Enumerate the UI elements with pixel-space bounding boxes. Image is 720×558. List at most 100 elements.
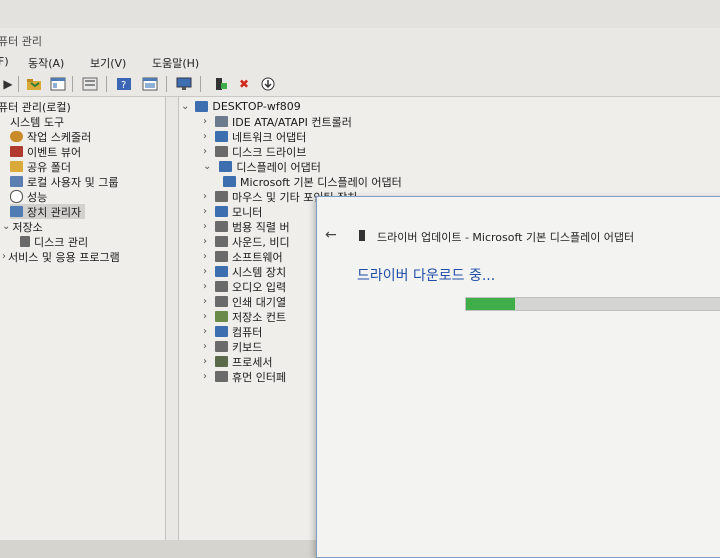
chevron-right-icon[interactable]: › (203, 281, 207, 292)
device-category[interactable]: › 인쇄 대기열 (203, 294, 286, 309)
device-label: IDE ATA/ATAPI 컨트롤러 (232, 115, 352, 129)
device-category-icon (215, 146, 228, 157)
title-bar: 퓨터 관리 (0, 28, 720, 50)
device-category[interactable]: › 범용 직렬 버 (203, 219, 290, 234)
event-viewer-icon (10, 146, 23, 157)
tree-item-local-users[interactable]: 로컬 사용자 및 그룹 (10, 174, 118, 189)
tree-item-shared-folders[interactable]: 공유 폴더 (10, 159, 71, 174)
menu-help[interactable]: 도움말(H) (152, 55, 199, 71)
tree-item-label: 성능 (27, 190, 48, 204)
view-icon[interactable] (142, 76, 158, 92)
device-category[interactable]: › 네트워크 어댑터 (203, 129, 306, 144)
menu-bar: F) 동작(A) 보기(V) 도움말(H) (0, 52, 720, 72)
chevron-right-icon[interactable]: › (203, 221, 207, 232)
chevron-right-icon[interactable]: › (203, 326, 207, 337)
device-category[interactable]: › 디스크 드라이브 (203, 144, 306, 159)
chevron-right-icon[interactable]: › (203, 116, 207, 127)
download-status: 드라이버 다운로드 중... (357, 268, 496, 284)
tree-item-label: 작업 스케줄러 (27, 130, 92, 144)
toolbar-separator (166, 76, 167, 92)
monitor-icon[interactable] (176, 76, 192, 92)
device-category[interactable]: › 시스템 장치 (203, 264, 286, 279)
device-category-icon (215, 341, 228, 352)
chevron-right-icon[interactable]: › (203, 131, 207, 142)
console-icon[interactable] (50, 76, 66, 92)
toolbar-separator (18, 76, 19, 92)
download-icon[interactable] (260, 76, 276, 92)
device-category-icon (215, 191, 228, 202)
tree-item-label: 로컬 사용자 및 그룹 (27, 175, 119, 189)
tree-item-label: 저장소 (12, 220, 43, 234)
window-title: 퓨터 관리 (0, 35, 42, 48)
device-label: 사운드, 비디 (232, 235, 290, 249)
tree-item-disk-management[interactable]: 디스크 관리 (20, 234, 88, 249)
chevron-right-icon[interactable]: › (203, 371, 207, 382)
device-category-icon (215, 221, 228, 232)
tree-item-label: 이벤트 뷰어 (27, 145, 82, 159)
chevron-right-icon[interactable]: › (2, 251, 6, 262)
device-category[interactable]: ⌄ 디스플레이 어댑터 (203, 159, 321, 174)
chevron-right-icon[interactable]: › (203, 251, 207, 262)
tree-item-system-tools[interactable]: 시스템 도구 (10, 114, 64, 129)
device-category-icon (215, 371, 228, 382)
toolbar-separator (106, 76, 107, 92)
device-category-icon (215, 266, 228, 277)
chevron-right-icon[interactable]: › (203, 266, 207, 277)
chevron-right-icon[interactable]: › (203, 356, 207, 367)
chevron-right-icon[interactable]: › (203, 191, 207, 202)
computer-management-window: 퓨터 관리 F) 동작(A) 보기(V) 도움말(H) ▶ ? ✖ 퓨터 관리(… (0, 0, 720, 558)
performance-icon (10, 190, 23, 203)
device-category-icon (215, 296, 228, 307)
tree-item-label: 공유 폴더 (27, 160, 71, 174)
device-category[interactable]: › 오디오 입력 (203, 279, 286, 294)
tree-item-task-scheduler[interactable]: 작업 스케줄러 (10, 129, 91, 144)
device-item[interactable]: Microsoft 기본 디스플레이 어댑터 (223, 174, 402, 189)
device-category[interactable]: › 소프트웨어 (203, 249, 283, 264)
device-category[interactable]: › 휴먼 인터페 (203, 369, 287, 384)
device-label: 범용 직렬 버 (232, 220, 290, 234)
device-category[interactable]: › 프로세서 (203, 354, 273, 369)
tree-item-device-manager[interactable]: 장치 관리자 (10, 204, 86, 219)
device-category[interactable]: › 사운드, 비디 (203, 234, 290, 249)
update-driver-icon[interactable] (212, 76, 228, 92)
device-category[interactable]: › 저장소 컨트 (203, 309, 286, 324)
chevron-right-icon[interactable]: › (203, 296, 207, 307)
menu-action[interactable]: 동작(A) (28, 55, 64, 71)
tree-root[interactable]: 퓨터 관리(로컬) (0, 99, 71, 114)
tree-item-storage[interactable]: ⌄ 저장소 (2, 219, 43, 234)
device-label: 프로세서 (232, 355, 273, 369)
help-icon[interactable]: ? (116, 76, 132, 92)
chevron-right-icon[interactable]: › (203, 311, 207, 322)
device-category-icon (215, 206, 228, 217)
back-arrow-icon[interactable]: ← (325, 227, 337, 243)
chevron-right-icon[interactable]: › (203, 341, 207, 352)
menu-file[interactable]: F) (0, 55, 9, 68)
chevron-right-icon[interactable]: › (203, 146, 207, 157)
device-category[interactable]: › 키보드 (203, 339, 262, 354)
chevron-down-icon[interactable]: ⌄ (2, 221, 10, 232)
tree-item-services-apps[interactable]: › 서비스 및 응용 프로그램 (2, 249, 120, 264)
export-icon[interactable] (82, 76, 98, 92)
device-tree-root[interactable]: ⌄ DESKTOP-wf809 (181, 99, 301, 114)
device-category[interactable]: › 모니터 (203, 204, 262, 219)
menu-view[interactable]: 보기(V) (90, 55, 126, 71)
device-category-icon (215, 326, 228, 337)
remove-icon[interactable]: ✖ (236, 76, 252, 92)
tree-item-performance[interactable]: 성능 (10, 189, 47, 204)
device-label: 휴먼 인터페 (232, 370, 287, 384)
chevron-right-icon[interactable]: › (203, 206, 207, 217)
device-category[interactable]: › IDE ATA/ATAPI 컨트롤러 (203, 114, 352, 129)
device-category-icon (215, 116, 228, 127)
driver-update-dialog: ← 드라이버 업데이트 - Microsoft 기본 디스플레이 어댑터 드라이… (316, 196, 720, 558)
progress-fill (466, 298, 515, 310)
chevron-right-icon[interactable]: › (203, 236, 207, 247)
device-category-icon (215, 281, 228, 292)
chevron-down-icon[interactable]: ⌄ (203, 161, 211, 172)
dialog-title: 드라이버 업데이트 - Microsoft 기본 디스플레이 어댑터 (377, 231, 635, 244)
tree-item-event-viewer[interactable]: 이벤트 뷰어 (10, 144, 81, 159)
chevron-down-icon[interactable]: ⌄ (181, 101, 189, 112)
folder-icon[interactable] (26, 76, 42, 92)
device-category[interactable]: › 컴퓨터 (203, 324, 262, 339)
back-icon[interactable]: ▶ (0, 76, 16, 92)
device-label: 소프트웨어 (232, 250, 283, 264)
